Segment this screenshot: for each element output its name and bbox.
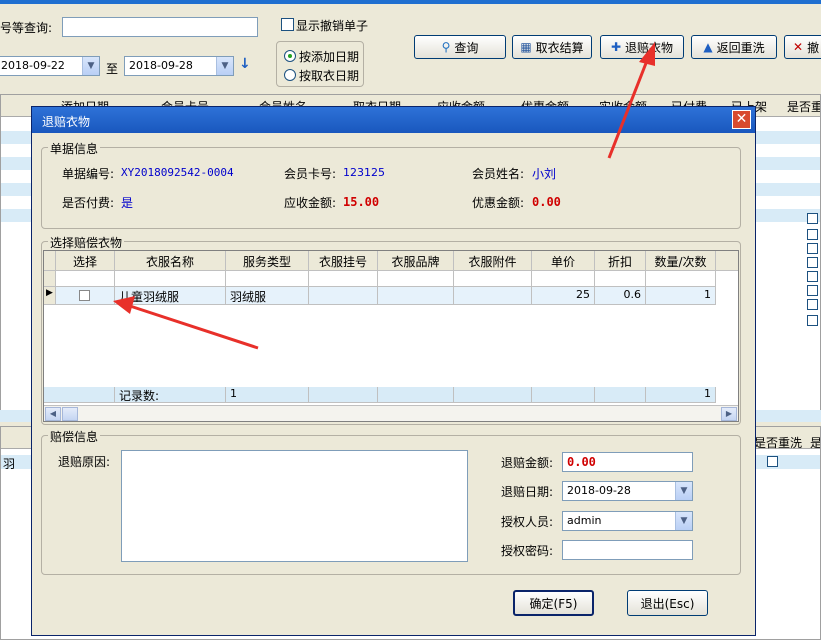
annotation-arrow-to-checkbox: [113, 296, 259, 350]
annotation-arrows: [113, 42, 655, 350]
annotation-arrow-to-refund-button: [607, 42, 655, 159]
